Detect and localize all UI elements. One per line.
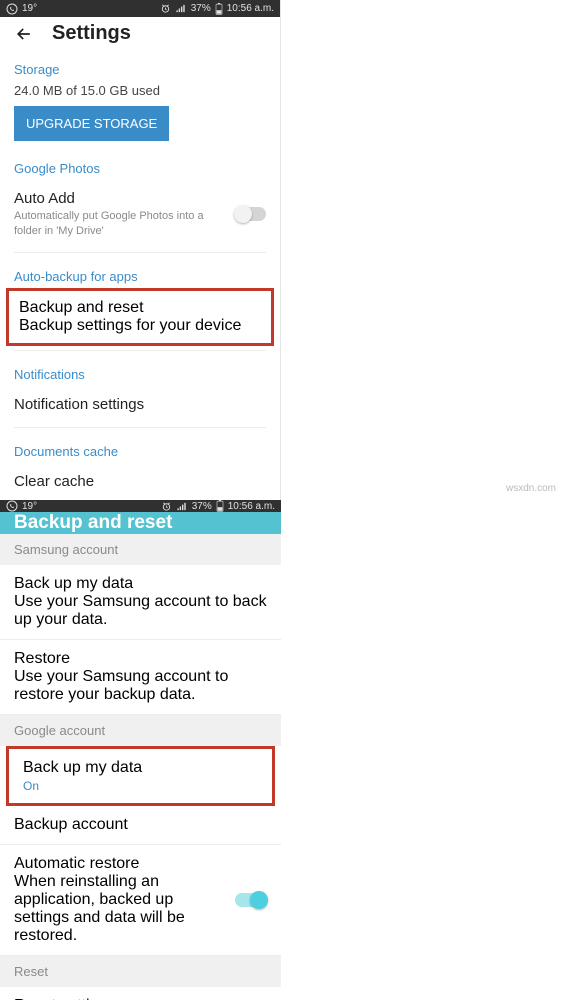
app-bar: Settings (0, 17, 280, 50)
divider (14, 252, 266, 253)
status-time: 10:56 a.m. (227, 3, 274, 14)
status-bar: 19° 37% 10:56 a.m. (0, 500, 281, 512)
backup-reset-title: Backup and reset (19, 299, 261, 317)
divider (14, 350, 266, 351)
page-title: Backup and reset (14, 512, 172, 534)
signal-icon (176, 501, 188, 512)
samsung-restore-row[interactable]: Restore Use your Samsung account to rest… (0, 640, 281, 715)
whatsapp-icon (6, 3, 18, 15)
page-title: Settings (52, 22, 131, 45)
samsung-backup-sub: Use your Samsung account to back up your… (14, 593, 267, 629)
samsung-restore-title: Restore (14, 650, 267, 668)
google-backup-row[interactable]: Back up my data On (6, 746, 275, 806)
samsung-account-header: Samsung account (0, 534, 281, 565)
reset-settings-row[interactable]: Reset settings (0, 987, 281, 1000)
backup-account-title: Backup account (14, 816, 267, 834)
google-account-header: Google account (0, 715, 281, 746)
signal-icon (175, 3, 187, 14)
clear-cache-row[interactable]: Clear cache (0, 463, 280, 500)
automatic-restore-toggle[interactable] (235, 893, 267, 907)
divider (14, 427, 266, 428)
status-temp: 19° (22, 501, 37, 512)
storage-usage: 24.0 MB of 15.0 GB used (14, 81, 266, 106)
alarm-icon (161, 501, 172, 512)
google-photos-header: Google Photos (0, 149, 280, 180)
status-bar: 19° 37% 10:56 a.m. (0, 0, 280, 17)
auto-backup-header: Auto-backup for apps (0, 257, 280, 288)
status-battery: 37% (192, 501, 212, 512)
documents-cache-header: Documents cache (0, 432, 280, 463)
google-backup-status: On (23, 779, 258, 793)
back-arrow-icon[interactable] (14, 24, 34, 44)
samsung-backup-title: Back up my data (14, 575, 267, 593)
samsung-restore-sub: Use your Samsung account to restore your… (14, 668, 267, 704)
whatsapp-icon (6, 500, 18, 512)
status-time: 10:56 a.m. (228, 501, 275, 512)
notification-settings-title: Notification settings (14, 396, 266, 413)
battery-icon (215, 3, 223, 15)
auto-add-sub: Automatically put Google Photos into a f… (14, 209, 226, 238)
status-battery: 37% (191, 3, 211, 14)
automatic-restore-row[interactable]: Automatic restore When reinstalling an a… (0, 845, 281, 956)
backup-reset-sub: Backup settings for your device (19, 317, 261, 335)
storage-header: Storage (0, 50, 280, 81)
battery-icon (216, 500, 224, 512)
auto-add-toggle[interactable] (234, 207, 266, 221)
backup-account-row[interactable]: Backup account (0, 806, 281, 845)
automatic-restore-sub: When reinstalling an application, backed… (14, 873, 227, 945)
reset-settings-title: Reset settings (14, 997, 267, 1000)
clear-cache-title: Clear cache (14, 473, 266, 490)
automatic-restore-title: Automatic restore (14, 855, 227, 873)
watermark: wsxdn.com (506, 483, 556, 494)
google-backup-title: Back up my data (23, 759, 258, 777)
notifications-header: Notifications (0, 355, 280, 386)
reset-header: Reset (0, 956, 281, 987)
auto-add-title: Auto Add (14, 190, 226, 207)
status-temp: 19° (22, 3, 37, 14)
samsung-backup-row[interactable]: Back up my data Use your Samsung account… (0, 565, 281, 640)
auto-add-row[interactable]: Auto Add Automatically put Google Photos… (0, 180, 280, 248)
backup-reset-row[interactable]: Backup and reset Backup settings for you… (6, 288, 274, 346)
alarm-icon (160, 3, 171, 14)
upgrade-storage-button[interactable]: UPGRADE STORAGE (14, 106, 169, 141)
notification-settings-row[interactable]: Notification settings (0, 386, 280, 423)
app-bar: Backup and reset (0, 512, 281, 534)
